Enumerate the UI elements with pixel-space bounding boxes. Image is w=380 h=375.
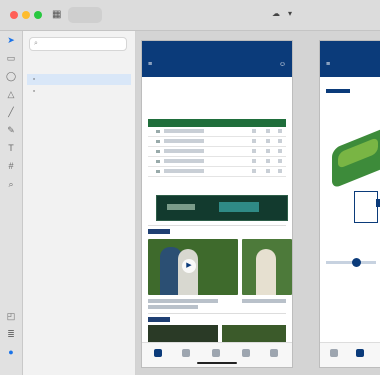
layers-group-label [27,61,131,72]
video-card[interactable] [242,239,292,295]
select-tool-icon[interactable]: ➤ [6,35,16,45]
layers-panel: ⌕ ▫ ▫ [23,31,136,375]
news-section-title [148,317,170,322]
close-window-button[interactable] [10,11,18,19]
app-header: ≡ ☺ [142,41,292,77]
back-icon: ≡ [148,61,153,68]
pen-tool-icon[interactable]: ✎ [6,125,16,135]
tab-design[interactable] [68,7,102,23]
artboard-icon: ▫ [33,76,36,83]
title-bar: ▦ ☁ ▾ [0,0,380,31]
shot-card[interactable] [354,191,378,223]
leaderboard-table [148,119,286,177]
table-header [148,119,286,127]
slider-knob[interactable] [352,258,361,267]
zoom-window-button[interactable] [34,11,42,19]
bottom-nav [142,342,292,367]
app-window: ▦ ☁ ▾ ➤ ▭ ◯ △ ╱ ✎ T # ⌕ ◰ ≣ ● ⌕ ▫ ▫ ≡ ☺ … [0,0,380,375]
table-row[interactable] [148,147,286,157]
ellipse-tool-icon[interactable]: ◯ [6,71,16,81]
home-indicator [197,362,237,364]
zoom-tool-icon[interactable]: ⌕ [6,179,16,189]
design-canvas[interactable]: ≡ ☺ ▶ ≡ [136,31,380,375]
profile-icon: ☺ [278,61,286,68]
table-row[interactable] [148,137,286,147]
layers-search-input[interactable]: ⌕ [29,37,127,51]
rectangle-tool-icon[interactable]: ▭ [6,53,16,63]
videos-section-title [148,229,170,234]
line-tool-icon[interactable]: ╱ [6,107,16,117]
tab-prototype[interactable] [108,7,142,23]
grid-icon[interactable]: ▦ [52,9,61,20]
home-tab-icon[interactable] [330,349,338,357]
artboard-leaderboard[interactable]: ≡ ☺ ▶ [142,41,292,367]
search-icon: ⌕ [34,40,38,47]
mode-tabs [68,7,182,23]
cloud-icon: ☁ [272,9,280,18]
artboard-hole-detail[interactable]: ≡ [320,41,380,367]
tool-rail: ➤ ▭ ◯ △ ╱ ✎ T # ⌕ ◰ ≣ ● [0,31,23,375]
shot-slider[interactable] [326,258,376,267]
app-header: ≡ [320,41,380,77]
hole-selector[interactable] [326,89,380,103]
play-icon[interactable]: ▶ [182,259,196,273]
video-caption [148,299,218,303]
watch-tab-icon[interactable] [212,349,220,357]
artboard-tool-icon[interactable]: # [6,161,16,171]
video-caption [242,299,286,303]
document-title[interactable]: ☁ ▾ [272,9,292,18]
layer-item[interactable]: ▫ [27,86,131,97]
text-tool-icon[interactable]: T [6,143,16,153]
plugins-icon[interactable]: ● [6,347,16,357]
promo-banner[interactable] [156,195,288,221]
chevron-down-icon: ▾ [288,9,293,18]
minimize-window-button[interactable] [22,11,30,19]
hole-number [326,103,352,115]
tab-inspect[interactable] [148,7,182,23]
bottom-nav [320,342,380,367]
section-title [148,95,278,115]
shot-tag [376,199,380,207]
layer-item[interactable]: ▫ [27,74,131,85]
video-card[interactable]: ▶ [148,239,238,295]
assets-icon[interactable]: ◰ [6,311,16,321]
layers-icon[interactable]: ≣ [6,329,16,339]
table-row[interactable] [148,157,286,167]
video-caption [148,305,198,309]
leaderboard-tab-icon[interactable] [356,349,364,357]
news-tab-icon[interactable] [242,349,250,357]
artboard-icon: ▫ [33,88,36,95]
home-tab-icon[interactable] [154,349,162,357]
table-row[interactable] [148,127,286,137]
table-row[interactable] [148,167,286,177]
back-icon: ≡ [326,61,331,68]
more-tab-icon[interactable] [270,349,278,357]
triangle-tool-icon[interactable]: △ [6,89,16,99]
leaderboard-tab-icon[interactable] [182,349,190,357]
